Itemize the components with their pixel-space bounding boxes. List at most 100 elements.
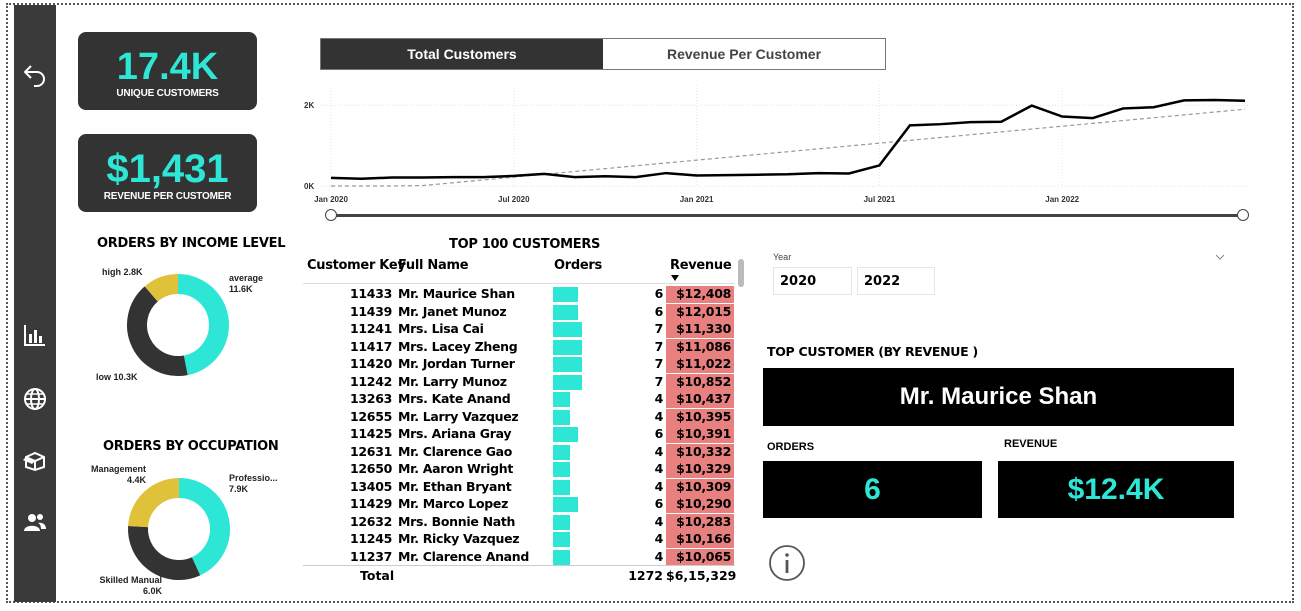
col-header-orders[interactable]: Orders bbox=[554, 258, 602, 273]
cell-revenue: $10,283 bbox=[666, 513, 734, 531]
cell-orders: 4 bbox=[654, 548, 664, 564]
cell-customer-key: 11417 bbox=[350, 338, 392, 354]
cell-customer-key: 11425 bbox=[350, 426, 392, 441]
tab-revenue-per-customer[interactable]: Revenue Per Customer bbox=[603, 39, 885, 69]
table-row[interactable]: 12650 Mr. Aaron Wright 4 $10,329 bbox=[303, 461, 735, 479]
table-row[interactable]: 12632 Mrs. Bonnie Nath 4 $10,283 bbox=[303, 513, 735, 532]
cell-full-name: Mr. Clarence Anand bbox=[398, 548, 530, 564]
cell-revenue: $10,166 bbox=[666, 531, 734, 548]
total-orders: 1272 bbox=[628, 568, 663, 583]
col-header-full-name[interactable]: Full Name bbox=[398, 258, 469, 273]
cell-full-name: Mr. Clarence Gao bbox=[398, 443, 513, 459]
orders-bar bbox=[553, 374, 582, 390]
globe-icon[interactable] bbox=[21, 385, 49, 413]
bar-chart-icon[interactable] bbox=[21, 321, 49, 349]
cell-customer-key: 11420 bbox=[350, 356, 392, 371]
orders-bar bbox=[553, 287, 578, 302]
cell-orders: 4 bbox=[654, 461, 664, 476]
date-range-slider[interactable] bbox=[331, 214, 1243, 217]
cell-revenue: $12,015 bbox=[666, 303, 734, 321]
table-total-divider bbox=[303, 565, 735, 566]
cell-full-name: Mr. Maurice Shan bbox=[398, 286, 515, 301]
x-tick-label: Jan 2022 bbox=[1045, 195, 1079, 204]
col-header-customer-key[interactable]: Customer Key bbox=[307, 258, 406, 273]
orders-bar bbox=[553, 304, 578, 320]
kpi-unique-customers: 17.4K UNIQUE CUSTOMERS bbox=[78, 32, 257, 110]
orders-bar bbox=[553, 514, 570, 530]
table-row[interactable]: 11420 Mr. Jordan Turner 7 $11,022 bbox=[303, 356, 735, 374]
income-slice-low[interactable] bbox=[127, 286, 188, 376]
nav-sidebar bbox=[14, 5, 56, 602]
year-to-input[interactable]: 2022 bbox=[857, 267, 935, 295]
occupation-label-skilled-manual: Skilled Manual 6.0K bbox=[99, 575, 162, 596]
table-row[interactable]: 11429 Mr. Marco Lopez 6 $10,290 bbox=[303, 496, 735, 514]
orders-bar bbox=[553, 532, 570, 547]
users-icon[interactable] bbox=[21, 508, 49, 536]
table-row[interactable]: 11242 Mr. Larry Munoz 7 $10,852 bbox=[303, 373, 735, 392]
table-total-row: Total 1272 $6,15,329 bbox=[303, 568, 736, 586]
table-row[interactable]: 11237 Mr. Clarence Anand 4 $10,065 bbox=[303, 548, 735, 567]
slider-handle-end[interactable] bbox=[1237, 209, 1249, 221]
table-row[interactable]: 11433 Mr. Maurice Shan 6 $12,408 bbox=[303, 286, 735, 304]
cell-orders: 6 bbox=[654, 286, 664, 301]
cell-full-name: Mrs. Lacey Zheng bbox=[398, 338, 518, 354]
income-slice-average[interactable] bbox=[177, 274, 229, 376]
table-row[interactable]: 11439 Mr. Janet Munoz 6 $12,015 bbox=[303, 303, 735, 322]
income-chart-title: ORDERS BY INCOME LEVEL bbox=[97, 236, 286, 251]
sort-desc-icon[interactable] bbox=[671, 275, 679, 281]
top-customer-orders-card: 6 bbox=[763, 461, 982, 518]
cell-revenue: $10,329 bbox=[666, 461, 734, 478]
cell-orders: 7 bbox=[654, 373, 664, 389]
customers-line-chart[interactable]: 0K 2K Jan 2020 Jul 2020 Jan 2021 Jul 2021 Jan … bbox=[300, 75, 1250, 225]
table-row[interactable]: 11417 Mrs. Lacey Zheng 7 $11,086 bbox=[303, 338, 735, 357]
y-tick-label: 0K bbox=[304, 182, 314, 191]
occupation-slice-professio[interactable] bbox=[178, 478, 230, 576]
year-from-input[interactable]: 2020 bbox=[773, 267, 852, 295]
col-header-revenue[interactable]: Revenue bbox=[670, 258, 732, 273]
income-donut-chart[interactable] bbox=[118, 265, 238, 385]
revenue-per-customer-value: $1,431 bbox=[106, 147, 229, 191]
back-arrow-icon[interactable] bbox=[21, 60, 49, 88]
info-icon[interactable] bbox=[768, 544, 806, 582]
x-tick-label: Jul 2021 bbox=[864, 195, 896, 204]
cell-full-name: Mrs. Lisa Cai bbox=[398, 321, 484, 336]
cell-full-name: Mr. Ricky Vazquez bbox=[398, 531, 520, 546]
table-row[interactable]: 13263 Mrs. Kate Anand 4 $10,437 bbox=[303, 391, 735, 409]
table-row[interactable]: 11425 Mrs. Ariana Gray 6 $10,391 bbox=[303, 426, 735, 444]
cell-orders: 4 bbox=[654, 478, 664, 494]
cell-revenue: $10,332 bbox=[666, 443, 734, 461]
cell-orders: 4 bbox=[654, 408, 664, 424]
metric-toggle-tabs: Total Customers Revenue Per Customer bbox=[320, 38, 886, 70]
cell-customer-key: 13263 bbox=[350, 391, 392, 406]
total-customers-series-line[interactable] bbox=[330, 98, 1246, 180]
box-icon[interactable] bbox=[21, 447, 49, 475]
cell-customer-key: 11241 bbox=[350, 321, 392, 336]
income-label-high: high 2.8K bbox=[102, 267, 143, 277]
occupation-donut-chart[interactable] bbox=[119, 469, 239, 589]
cell-full-name: Mr. Marco Lopez bbox=[398, 496, 509, 511]
income-slice-high[interactable] bbox=[144, 274, 179, 302]
cell-full-name: Mr. Ethan Bryant bbox=[398, 478, 512, 494]
cell-revenue: $10,391 bbox=[666, 426, 734, 443]
cell-customer-key: 11433 bbox=[350, 286, 392, 301]
tab-total-customers[interactable]: Total Customers bbox=[321, 39, 603, 69]
x-tick-label: Jan 2020 bbox=[314, 195, 348, 204]
table-scrollbar[interactable] bbox=[738, 259, 744, 287]
table-row[interactable]: 12655 Mr. Larry Vazquez 4 $10,395 bbox=[303, 408, 735, 427]
cell-revenue: $10,065 bbox=[666, 548, 734, 566]
orders-bar bbox=[553, 409, 570, 425]
cell-orders: 6 bbox=[654, 303, 664, 319]
table-row[interactable]: 13405 Mr. Ethan Bryant 4 $10,309 bbox=[303, 478, 735, 497]
table-row[interactable]: 11245 Mr. Ricky Vazquez 4 $10,166 bbox=[303, 531, 735, 549]
cell-full-name: Mr. Jordan Turner bbox=[398, 356, 515, 371]
chevron-down-icon[interactable] bbox=[1215, 254, 1225, 260]
slider-handle-start[interactable] bbox=[325, 209, 337, 221]
table-row[interactable]: 11241 Mrs. Lisa Cai 7 $11,330 bbox=[303, 321, 735, 339]
occupation-slice-management[interactable] bbox=[128, 478, 180, 528]
table-row[interactable]: 12631 Mr. Clarence Gao 4 $10,332 bbox=[303, 443, 735, 462]
cell-full-name: Mr. Aaron Wright bbox=[398, 461, 514, 476]
revenue-per-customer-label: REVENUE PER CUSTOMER bbox=[103, 191, 232, 202]
table-header-divider bbox=[303, 283, 735, 284]
cell-revenue: $10,437 bbox=[666, 391, 734, 408]
occupation-slice-skilled-manual[interactable] bbox=[128, 525, 201, 580]
